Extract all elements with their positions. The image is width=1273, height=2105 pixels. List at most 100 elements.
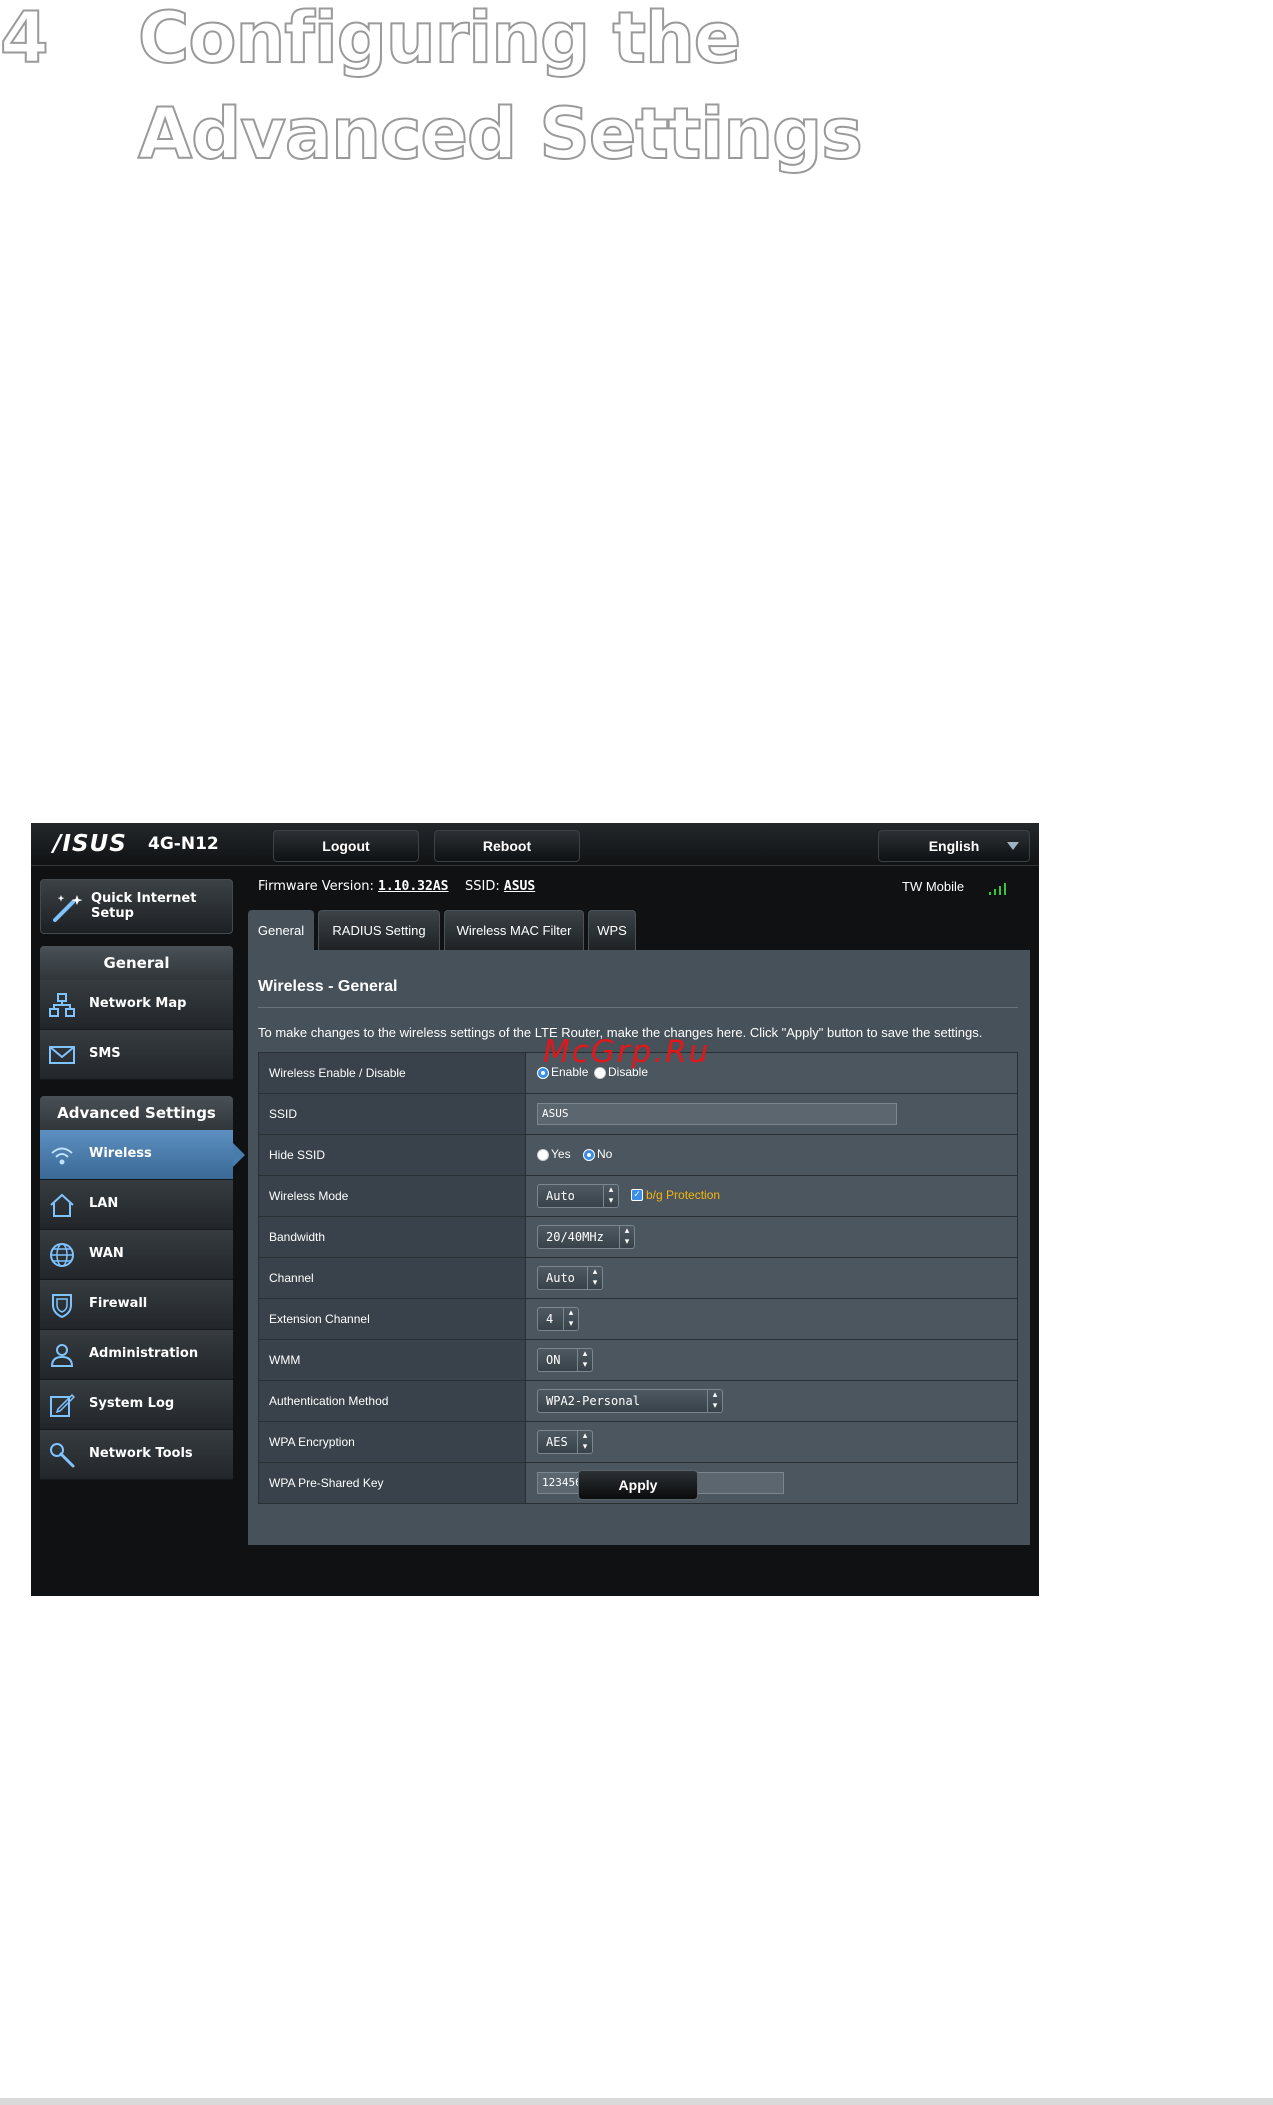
sidebar-item-sms[interactable]: SMS — [40, 1030, 233, 1080]
top-bar: /ISUS 4G-N12 Logout Reboot English — [31, 823, 1039, 866]
tab-wireless-mac-filter[interactable]: Wireless MAC Filter — [444, 910, 584, 950]
quick-setup-label: Quick Internet Setup — [91, 891, 197, 921]
settings-form: Wireless Enable / Disable Enable Disable… — [258, 1052, 1018, 1504]
chapter-title: Configuring the Advanced Settings — [137, 0, 864, 176]
up-down-arrows-icon: ▴ ▾ — [577, 1349, 592, 1371]
form-row-authentication-method: Authentication Method WPA2-Personal ▴ ▾ — [259, 1381, 1017, 1422]
field-label: Channel — [259, 1258, 526, 1298]
wmm-select[interactable]: ON ▴ ▾ — [537, 1348, 593, 1372]
sidebar-item-network-tools[interactable]: Network Tools — [40, 1430, 233, 1480]
field-value: ASUS — [526, 1094, 1017, 1134]
sidebar-item-wan[interactable]: WAN — [40, 1230, 233, 1280]
network-map-icon — [49, 993, 75, 1017]
sidebar-item-lan[interactable]: LAN — [40, 1180, 233, 1230]
form-row-ssid: SSID ASUS — [259, 1094, 1017, 1135]
language-select[interactable]: English — [878, 830, 1030, 862]
sidebar-item-label: Firewall — [89, 1296, 148, 1311]
select-value: 4 — [546, 1312, 554, 1326]
hide-ssid-yes-radio[interactable] — [537, 1149, 549, 1161]
magic-wand-icon — [53, 895, 83, 922]
field-label: WPA Pre-Shared Key — [259, 1463, 526, 1503]
advanced-settings-header: Advanced Settings — [40, 1096, 233, 1130]
chapter-number: 4 — [0, 0, 50, 80]
up-down-arrows-icon: ▴ ▾ — [619, 1226, 634, 1248]
home-icon — [50, 1193, 74, 1217]
up-down-arrows-icon: ▴ ▾ — [603, 1185, 618, 1207]
shield-icon — [52, 1294, 72, 1319]
select-value: ON — [546, 1353, 561, 1367]
sidebar-item-firewall[interactable]: Firewall — [40, 1280, 233, 1330]
user-icon — [50, 1344, 74, 1367]
field-label: Extension Channel — [259, 1299, 526, 1339]
up-down-arrows-icon: ▴ ▾ — [707, 1390, 722, 1412]
extension-channel-select[interactable]: 4 ▴ ▾ — [537, 1307, 579, 1331]
asus-logo: /ISUS — [53, 831, 127, 857]
field-label: SSID — [259, 1094, 526, 1134]
sidebar-item-administration[interactable]: Administration — [40, 1330, 233, 1380]
chevron-down-icon — [1007, 842, 1019, 850]
field-value: 4 ▴ ▾ — [526, 1299, 1017, 1339]
sidebar-item-label: Administration — [89, 1346, 199, 1361]
form-row-hide-ssid: Hide SSID Yes No — [259, 1135, 1017, 1176]
form-row-bandwidth: Bandwidth 20/40MHz ▴ ▾ — [259, 1217, 1017, 1258]
sidebar-item-label: Network Tools — [89, 1446, 193, 1461]
hide-ssid-no-radio[interactable] — [583, 1149, 595, 1161]
logout-button[interactable]: Logout — [273, 830, 419, 862]
field-value: Auto ▴ ▾ — [526, 1258, 1017, 1298]
field-label: Bandwidth — [259, 1217, 526, 1257]
up-down-arrows-icon: ▴ ▾ — [587, 1267, 602, 1289]
channel-select[interactable]: Auto ▴ ▾ — [537, 1266, 603, 1290]
ssid-input[interactable]: ASUS — [537, 1103, 897, 1125]
select-value: Auto — [546, 1189, 575, 1203]
wpa-encryption-select[interactable]: AES ▴ ▾ — [537, 1430, 593, 1454]
main-content: Firmware Version: 1.10.32AS SSID: ASUS T… — [248, 865, 1039, 1596]
ssid-label: SSID: — [465, 879, 500, 894]
ssid-link[interactable]: ASUS — [504, 879, 535, 894]
bg-protection-checkbox[interactable]: ✓ — [631, 1189, 643, 1201]
envelope-icon — [49, 1046, 75, 1064]
yes-radio-label: Yes — [551, 1147, 571, 1161]
field-value: Auto ▴ ▾ ✓ b/g Protection — [526, 1176, 1017, 1216]
sidebar-item-label: Network Map — [89, 996, 187, 1011]
reboot-button[interactable]: Reboot — [434, 830, 580, 862]
field-label: Wireless Enable / Disable — [259, 1053, 526, 1093]
bandwidth-select[interactable]: 20/40MHz ▴ ▾ — [537, 1225, 635, 1249]
panel-title: Wireless - General — [258, 978, 398, 995]
tab-radius-setting[interactable]: RADIUS Setting — [318, 910, 440, 950]
wireless-mode-select[interactable]: Auto ▴ ▾ — [537, 1184, 619, 1208]
tab-wps[interactable]: WPS — [588, 910, 636, 950]
no-radio-label: No — [597, 1147, 613, 1161]
form-row-wpa-encryption: WPA Encryption AES ▴ ▾ — [259, 1422, 1017, 1463]
bg-protection-label: b/g Protection — [646, 1188, 721, 1202]
field-label: Wireless Mode — [259, 1176, 526, 1216]
sidebar-item-label: LAN — [89, 1196, 119, 1211]
sidebar-item-label: System Log — [89, 1396, 175, 1411]
up-down-arrows-icon: ▴ ▾ — [577, 1431, 592, 1453]
form-row-channel: Channel Auto ▴ ▾ — [259, 1258, 1017, 1299]
form-row-wireless-mode: Wireless Mode Auto ▴ ▾ ✓ b/g Protection — [259, 1176, 1017, 1217]
authentication-method-select[interactable]: WPA2-Personal ▴ ▾ — [537, 1389, 723, 1413]
select-value: 20/40MHz — [546, 1230, 604, 1244]
sidebar-item-system-log[interactable]: System Log — [40, 1380, 233, 1430]
field-label: Authentication Method — [259, 1381, 526, 1421]
select-value: AES — [546, 1435, 568, 1449]
model-name: 4G-N12 — [148, 834, 219, 854]
sidebar-item-network-map[interactable]: Network Map — [40, 980, 233, 1030]
sidebar: Quick Internet Setup General Network Map… — [31, 865, 245, 1596]
active-indicator-arrow — [233, 1143, 245, 1167]
form-row-extension-channel: Extension Channel 4 ▴ ▾ — [259, 1299, 1017, 1340]
sidebar-item-label: Wireless — [89, 1146, 152, 1161]
tab-general[interactable]: General — [248, 910, 314, 950]
quick-internet-setup-button[interactable]: Quick Internet Setup — [40, 879, 233, 934]
apply-button[interactable]: Apply — [578, 1470, 698, 1500]
page-footer-rule — [0, 2098, 1273, 2105]
language-label: English — [928, 838, 980, 854]
firmware-version-link[interactable]: 1.10.32AS — [378, 879, 448, 894]
field-value: Yes No — [526, 1135, 1017, 1175]
sidebar-item-wireless[interactable]: Wireless — [40, 1130, 245, 1180]
sidebar-item-label: SMS — [89, 1046, 121, 1061]
field-label: WMM — [259, 1340, 526, 1380]
field-value: AES ▴ ▾ — [526, 1422, 1017, 1462]
form-row-wmm: WMM ON ▴ ▾ — [259, 1340, 1017, 1381]
field-value: 20/40MHz ▴ ▾ — [526, 1217, 1017, 1257]
